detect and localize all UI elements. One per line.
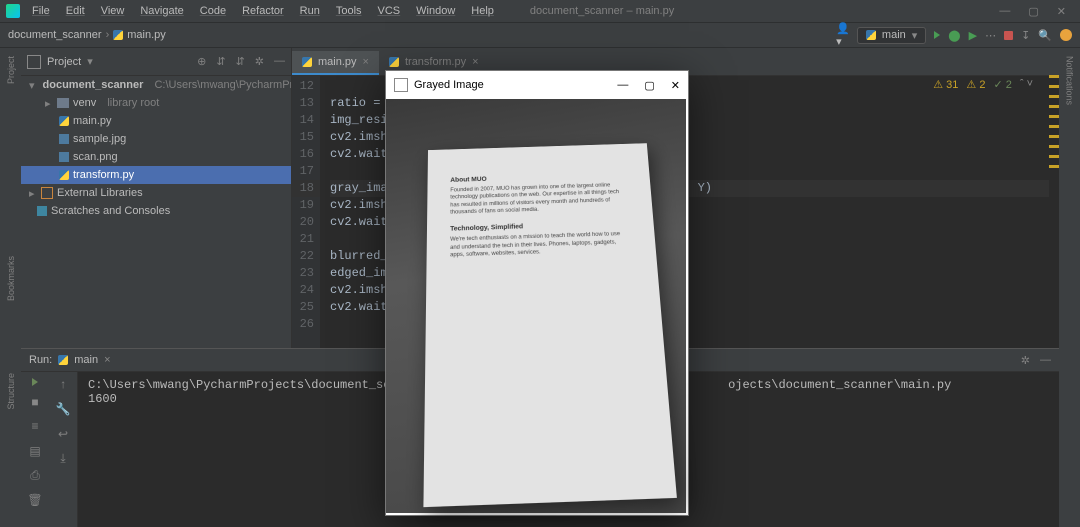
menu-view[interactable]: View: [95, 3, 131, 19]
python-icon: [59, 116, 69, 126]
breadcrumb-separator-icon: ›: [106, 29, 110, 41]
notifications-toolwindow-tab[interactable]: Notifications: [1065, 56, 1075, 105]
tree-item-venv[interactable]: ▸ venv library root: [21, 94, 291, 112]
tab-label: main.py: [318, 56, 357, 68]
close-icon[interactable]: ×: [472, 56, 478, 68]
grayed-image-window: Grayed Image — ▢ ✕ About MUO Founded in …: [385, 70, 689, 516]
run-coverage-button[interactable]: ▶: [969, 29, 977, 42]
chevron-down-icon[interactable]: ▾: [87, 55, 93, 68]
window-close-button[interactable]: ✕: [671, 79, 680, 92]
window-title: document_scanner – main.py: [500, 5, 999, 17]
user-icon[interactable]: 👤▾: [837, 29, 849, 41]
toggle-output-icon[interactable]: ≡: [31, 420, 38, 434]
main-menu: File Edit View Navigate Code Refactor Ru…: [26, 3, 500, 19]
run-panel-label: Run:: [29, 354, 52, 366]
scroll-to-end-icon[interactable]: ⤓: [60, 452, 65, 466]
inspection-widget[interactable]: ⚠ 31 ⚠ 2 ✓ 2 ˆ ˅: [933, 78, 1033, 91]
project-view-icon: [27, 55, 41, 69]
project-toolwindow-tab[interactable]: Project: [6, 56, 16, 84]
window-close-button[interactable]: ✕: [1057, 5, 1066, 18]
python-icon: [389, 57, 399, 67]
run-config-name: main: [882, 29, 906, 41]
folder-icon: [57, 98, 69, 108]
ide-logo: [6, 4, 20, 18]
tree-item-scan[interactable]: scan.png: [21, 148, 291, 166]
stop-button[interactable]: [1004, 31, 1013, 40]
delete-icon[interactable]: 🗑: [27, 493, 42, 508]
project-tool-title: Project: [47, 56, 81, 68]
menu-navigate[interactable]: Navigate: [134, 3, 189, 19]
structure-toolwindow-tab[interactable]: Structure: [6, 373, 16, 410]
run-tab-label[interactable]: main: [74, 354, 98, 366]
run-button[interactable]: [934, 31, 940, 39]
menu-edit[interactable]: Edit: [60, 3, 91, 19]
collapse-all-icon[interactable]: ⇵: [236, 55, 245, 68]
scratches-icon: [37, 206, 47, 216]
python-icon: [866, 30, 876, 40]
menu-help[interactable]: Help: [465, 3, 500, 19]
menu-tools[interactable]: Tools: [330, 3, 368, 19]
rerun-button[interactable]: [32, 378, 38, 386]
chevron-down-icon: ▾: [912, 29, 918, 42]
editor-tab-main[interactable]: main.py ×: [292, 51, 379, 75]
run-settings-icon[interactable]: ✲: [1021, 354, 1030, 367]
more-run-button[interactable]: ⋯: [985, 29, 996, 42]
hide-toolwindow-icon[interactable]: —: [1040, 354, 1051, 367]
window-maximize-button[interactable]: ▢: [1028, 5, 1038, 18]
gutter: 121314151617 181920212223242526: [292, 76, 320, 348]
layout-icon[interactable]: ▤: [29, 444, 40, 459]
error-stripe[interactable]: [1049, 75, 1059, 348]
bookmarks-toolwindow-tab[interactable]: Bookmarks: [6, 256, 16, 301]
project-tool-window: Project ▾ ⊕ ⇵ ⇵ ✲ — ▾ document_scanner C…: [21, 48, 292, 348]
soft-wrap-icon[interactable]: ↩: [58, 427, 68, 442]
app-icon: [394, 78, 408, 92]
image-file-icon: [59, 152, 69, 162]
scanned-document: About MUO Founded in 2007, MUO has grown…: [423, 143, 676, 507]
select-opened-file-icon[interactable]: ⊕: [197, 55, 206, 68]
expand-all-icon[interactable]: ⇵: [216, 55, 225, 68]
window-minimize-button[interactable]: —: [617, 79, 628, 92]
menu-file[interactable]: File: [26, 3, 56, 19]
settings-icon[interactable]: 🔧: [56, 402, 71, 417]
window-maximize-button[interactable]: ▢: [644, 79, 654, 92]
popup-title: Grayed Image: [414, 79, 484, 91]
python-icon: [302, 57, 312, 67]
git-update-button[interactable]: ↧: [1021, 29, 1030, 42]
settings-icon[interactable]: ✲: [255, 55, 264, 68]
debug-button[interactable]: ⬤: [948, 29, 960, 42]
breadcrumb-file[interactable]: main.py: [127, 29, 166, 41]
close-icon[interactable]: ×: [363, 56, 369, 68]
image-canvas: About MUO Founded in 2007, MUO has grown…: [386, 99, 686, 513]
menu-window[interactable]: Window: [410, 3, 461, 19]
tree-item-main[interactable]: main.py: [21, 112, 291, 130]
print-icon[interactable]: ⎙: [30, 469, 40, 483]
menu-run[interactable]: Run: [294, 3, 326, 19]
close-icon[interactable]: ×: [104, 354, 110, 366]
hide-toolwindow-icon[interactable]: —: [274, 55, 285, 68]
tree-item-transform[interactable]: transform.py: [21, 166, 291, 184]
stop-button[interactable]: ■: [31, 396, 38, 410]
menu-code[interactable]: Code: [194, 3, 232, 19]
ide-updates-icon[interactable]: [1060, 29, 1072, 41]
library-icon: [41, 187, 53, 199]
tab-label: transform.py: [405, 56, 466, 68]
tree-root[interactable]: ▾ document_scanner C:\Users\mwang\Pychar…: [21, 76, 291, 94]
menu-refactor[interactable]: Refactor: [236, 3, 290, 19]
menu-vcs[interactable]: VCS: [372, 3, 407, 19]
search-everywhere-button[interactable]: 🔍: [1038, 29, 1052, 42]
python-icon: [58, 355, 68, 365]
run-config-selector[interactable]: main ▾: [857, 27, 926, 44]
window-minimize-button[interactable]: —: [999, 5, 1010, 18]
breadcrumb-project[interactable]: document_scanner: [8, 29, 102, 41]
python-icon: [59, 170, 69, 180]
python-icon: [113, 30, 123, 40]
tree-item-external-libraries[interactable]: ▸External Libraries: [21, 184, 291, 202]
tree-item-sample[interactable]: sample.jpg: [21, 130, 291, 148]
tree-item-scratches[interactable]: Scratches and Consoles: [21, 202, 291, 220]
up-icon[interactable]: ↑: [59, 378, 66, 392]
image-file-icon: [59, 134, 69, 144]
